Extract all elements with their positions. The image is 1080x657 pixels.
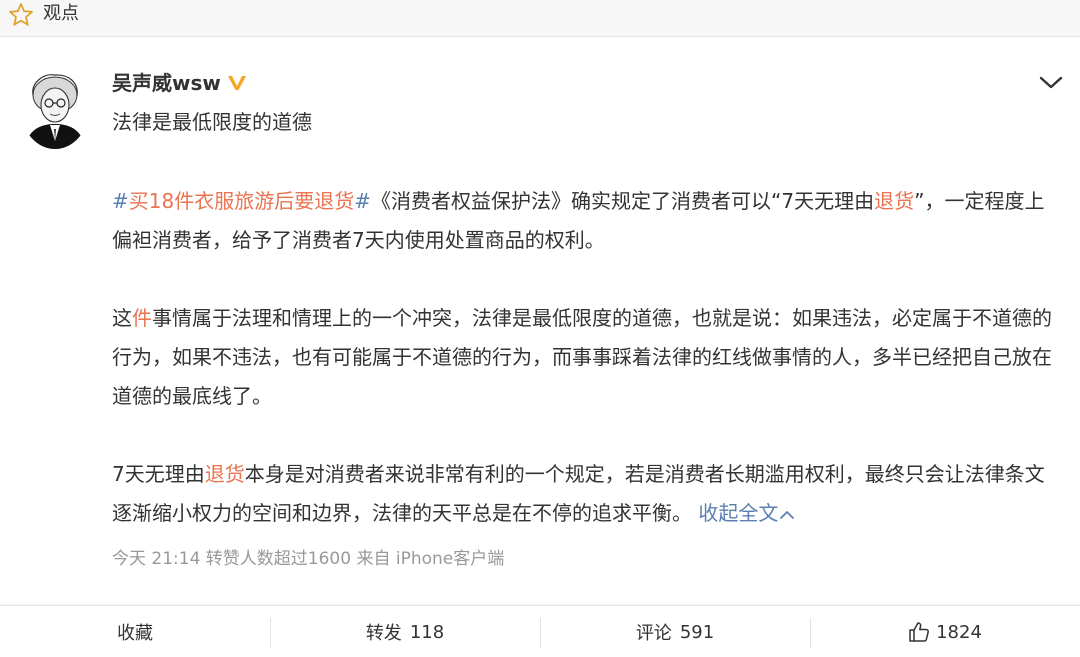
paragraph-2: 这件事情属于法理和情理上的一个冲突，法律是最低限度的道德，也就是说：如果违法，必…: [112, 299, 1062, 416]
paragraph-2-text-a: 这: [112, 306, 132, 330]
keyword-highlight[interactable]: 退货: [205, 462, 245, 486]
author-name[interactable]: 吴声威wsw: [112, 69, 221, 97]
topic-hash-open[interactable]: #: [112, 189, 129, 213]
author-row: 吴声威wsw: [112, 68, 247, 98]
collapse-link[interactable]: 收起全文: [698, 501, 796, 525]
paragraph-2-text-b: 事情属于法理和情理上的一个冲突，法律是最低限度的道德，也就是说：如果违法，必定属…: [112, 306, 1052, 408]
post-title: 法律是最低限度的道德: [112, 110, 312, 134]
keyword-highlight[interactable]: 退货: [874, 189, 914, 213]
favorite-button[interactable]: 收藏: [0, 606, 270, 657]
section-header: 观点: [0, 0, 1080, 37]
paragraph-1: #买18件衣服旅游后要退货#《消费者权益保护法》确实规定了消费者可以“7天无理由…: [112, 182, 1062, 260]
chevron-down-icon[interactable]: [1038, 73, 1064, 91]
keyword-highlight[interactable]: 件: [132, 306, 152, 330]
post-card: 吴声威wsw 法律是最低限度的道德 #买18件衣服旅游后要退货#《消费者权益保护…: [0, 37, 1080, 604]
comment-button[interactable]: 评论 591: [540, 606, 810, 657]
paragraph-3-text-b: 本身是对消费者来说非常有利的一个规定，若是消费者长期滥用权利，最终只会让法律条文…: [112, 462, 1045, 525]
paragraph-1-text-a: 《消费者权益保护法》确实规定了消费者可以“7天无理由: [370, 189, 875, 213]
like-count: 1824: [936, 621, 982, 643]
repost-label: 转发: [365, 623, 402, 644]
collapse-label: 收起全文: [698, 501, 779, 525]
like-button[interactable]: 1824: [810, 606, 1080, 657]
action-bar: 收藏 转发 118 评论 591 1824: [0, 605, 1080, 657]
topic-tag[interactable]: 买18件衣服旅游后要退货: [129, 189, 354, 213]
paragraph-3: 7天无理由退货本身是对消费者来说非常有利的一个规定，若是消费者长期滥用权利，最终…: [112, 455, 1062, 533]
comment-count: 591: [679, 621, 715, 643]
avatar-portrait-icon: [21, 69, 89, 149]
paragraph-3-text-a: 7天无理由: [112, 462, 205, 486]
thumbs-up-icon: [909, 622, 930, 642]
post-body: #买18件衣服旅游后要退货#《消费者权益保护法》确实规定了消费者可以“7天无理由…: [112, 182, 1062, 533]
repost-count: 118: [409, 621, 445, 643]
star-outline-icon[interactable]: [7, 1, 35, 29]
verified-v-icon: [227, 76, 246, 90]
post-meta: 今天 21:14 转赞人数超过1600 来自 iPhone客户端: [112, 549, 505, 569]
weibo-page: 观点 吴声威wsw 法律是最低限度的道德 #买18件衣服旅游后要退货#《消费者权…: [0, 0, 1080, 657]
chevron-up-icon: [780, 510, 795, 519]
repost-button[interactable]: 转发 118: [270, 606, 540, 657]
favorite-label: 收藏: [117, 623, 153, 644]
avatar[interactable]: [21, 69, 89, 149]
comment-label: 评论: [635, 623, 672, 644]
section-label: 观点: [43, 3, 79, 24]
topic-hash-close[interactable]: #: [354, 189, 371, 213]
